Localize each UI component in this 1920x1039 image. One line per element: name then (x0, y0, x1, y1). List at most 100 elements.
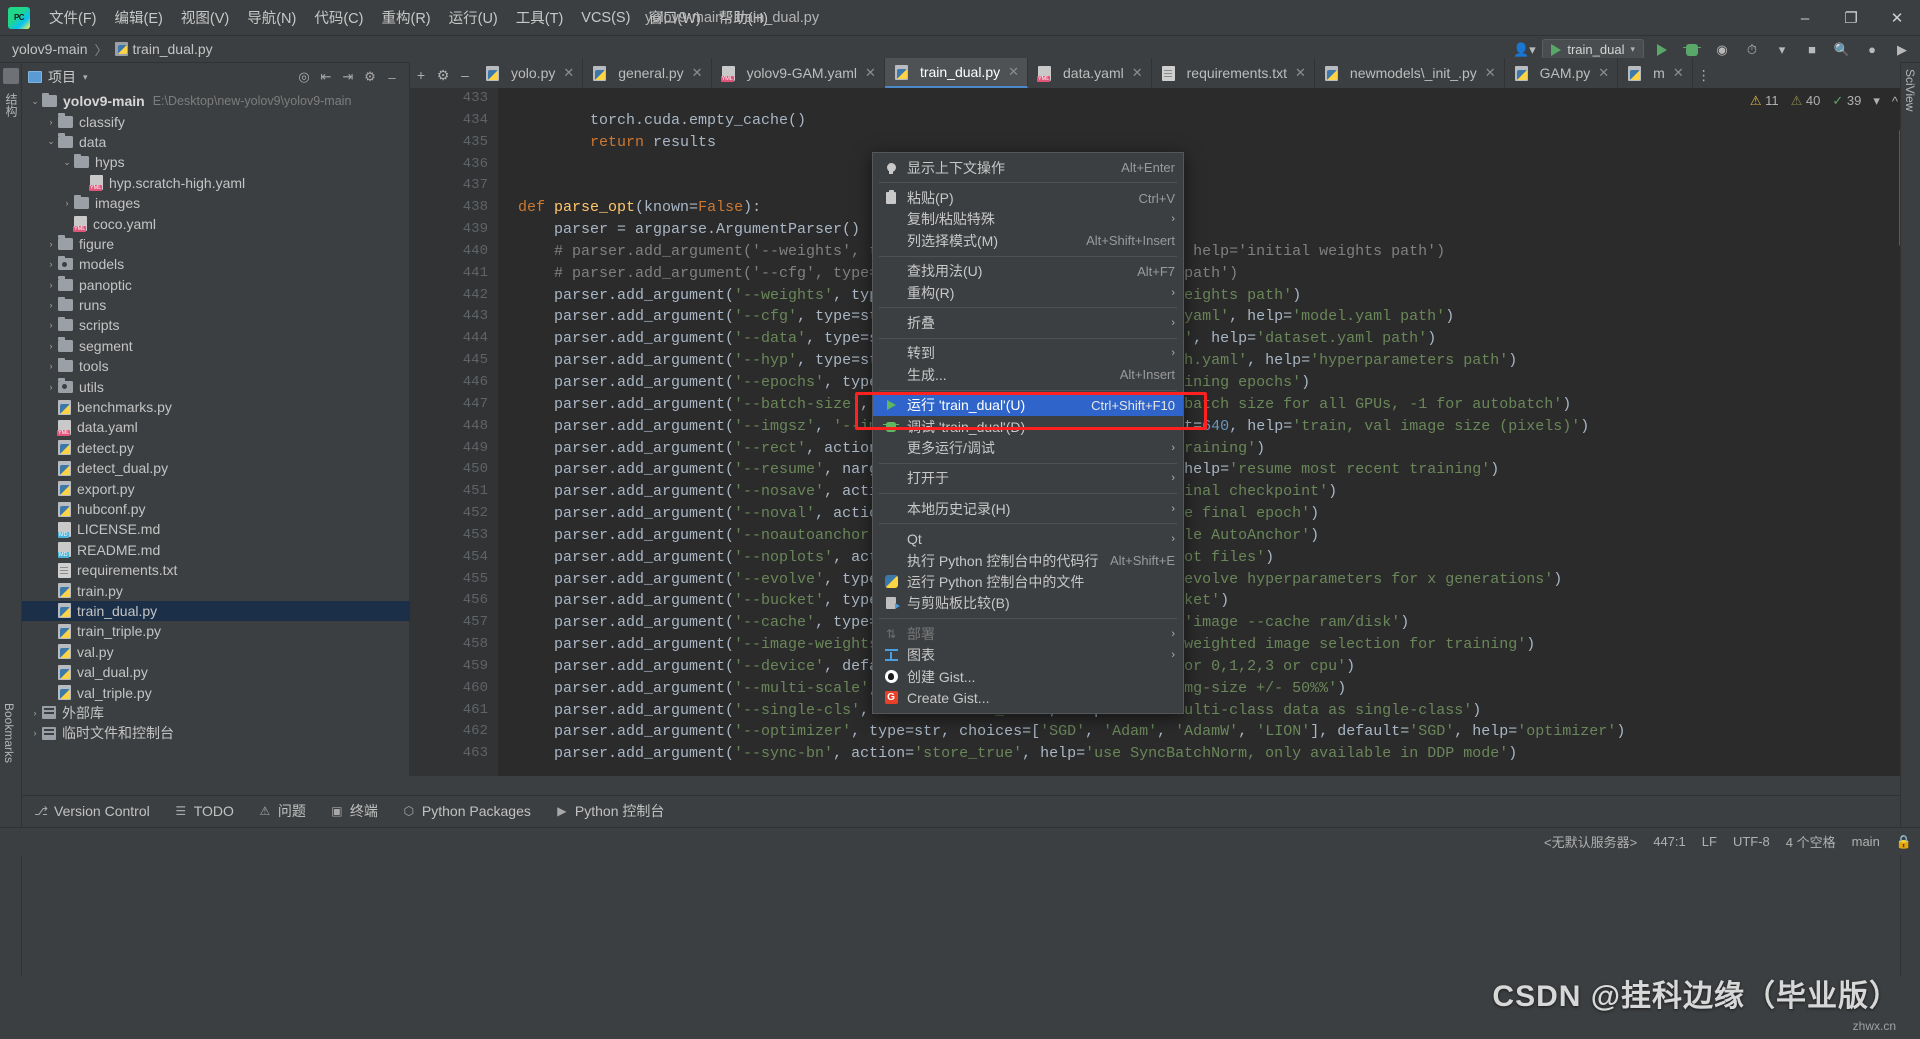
menu-item-file[interactable]: 文件(F) (40, 3, 106, 32)
tool-window-python[interactable]: ▶ Python 控制台 (543, 796, 676, 826)
editor-tab-yolov9-gam.yaml[interactable]: yolov9-GAM.yaml ✕ (712, 58, 885, 88)
tree-item-hyp.scratch-high.yaml[interactable]: ›hyp.scratch-high.yaml (22, 173, 410, 193)
status-position[interactable]: 447:1 (1653, 834, 1686, 849)
tree-item-yolov9-main[interactable]: ⌄ yolov9-main E:\Desktop\new-yolov9\yolov9… (22, 91, 410, 111)
editor-tab-yolo.py[interactable]: yolo.py ✕ (476, 58, 584, 88)
tree-item-val.py[interactable]: ›val.py (22, 642, 410, 662)
close-tab-icon[interactable]: ✕ (865, 65, 876, 81)
context-menu-item-b[interactable]: 与剪贴板比较(B) (873, 593, 1183, 614)
tool-window-[interactable]: ▣ 终端 (318, 796, 390, 826)
code-line[interactable]: parser.add_argument('--noval', action='s… (498, 503, 1898, 525)
tree-item-readme.md[interactable]: ›README.md (22, 540, 410, 560)
code-line[interactable]: parser.add_argument('--rect', action='st… (498, 438, 1898, 460)
context-menu-item-[interactable]: 生成... Alt+Insert (873, 364, 1183, 385)
close-tab-icon[interactable]: ✕ (1008, 64, 1019, 80)
chevron-right-icon[interactable]: › (60, 198, 74, 208)
tool-window-todo[interactable]: ☰ TODO (162, 796, 246, 826)
code-line[interactable]: parser.add_argument('--multi-scale', act… (498, 678, 1898, 700)
code-line[interactable]: parser.add_argument('--batch-size', type… (498, 394, 1898, 416)
project-tool-icon[interactable] (2, 68, 19, 84)
context-menu-item-[interactable]: 转到 › (873, 343, 1183, 364)
context-menu-item-r[interactable]: 重构(R) › (873, 282, 1183, 303)
run-configuration-selector[interactable]: train_dual ▾ (1542, 39, 1644, 60)
add-tab-icon[interactable]: + (410, 62, 432, 88)
chevron-down-icon[interactable]: ⌄ (60, 157, 74, 168)
close-tab-icon[interactable]: ✕ (1295, 65, 1306, 81)
project-file-tree[interactable]: ⌄ yolov9-main E:\Desktop\new-yolov9\yolov9… (22, 91, 410, 776)
code-line[interactable]: parser.add_argument('--resume', nargs='?… (498, 459, 1898, 481)
close-tab-icon[interactable]: ✕ (1598, 65, 1609, 81)
tree-item-classify[interactable]: › classify (22, 111, 410, 131)
chevron-right-icon[interactable]: › (44, 259, 58, 269)
inspection-widget[interactable]: ⚠ 11 ⚠ 40 ✓ 39 ▾ ^ (1750, 88, 1898, 114)
close-tab-icon[interactable]: ✕ (1132, 65, 1143, 81)
chevron-right-icon[interactable]: › (44, 117, 58, 127)
tree-item-segment[interactable]: › segment (22, 336, 410, 356)
tree-item-train_dual.py[interactable]: ›train_dual.py (22, 600, 410, 622)
context-menu-item-qt[interactable]: Qt › (873, 528, 1183, 549)
editor-tab-data.yaml[interactable]: data.yaml ✕ (1028, 58, 1152, 88)
context-menu-item-train_dualu[interactable]: 运行 'train_dual'(U) Ctrl+Shift+F10 (873, 394, 1183, 416)
code-line[interactable]: parser = argparse.ArgumentParser() (498, 219, 1898, 241)
chevron-right-icon[interactable]: › (44, 382, 58, 392)
editor-tab-general.py[interactable]: general.py ✕ (583, 58, 712, 88)
tree-item-detect.py[interactable]: ›detect.py (22, 438, 410, 458)
code-line[interactable] (498, 88, 1898, 110)
code-line[interactable] (498, 175, 1898, 197)
menu-item-navigate[interactable]: 导航(N) (238, 3, 305, 32)
chevron-down-icon[interactable]: ⌄ (28, 96, 42, 107)
code-line[interactable]: parser.add_argument('--device', default=… (498, 656, 1898, 678)
menu-item-edit[interactable]: 编辑(E) (106, 3, 172, 32)
context-menu-item-[interactable]: 复制/粘贴特殊 › (873, 209, 1183, 230)
close-tab-icon[interactable]: ✕ (692, 65, 703, 81)
status-line-separator[interactable]: LF (1702, 834, 1717, 849)
editor-tab-train_dual.py[interactable]: train_dual.py ✕ (884, 58, 1029, 88)
code-line[interactable]: def parse_opt(known=False): (498, 197, 1898, 219)
chevron-right-icon[interactable]: › (28, 708, 42, 718)
close-tab-icon[interactable]: ✕ (1673, 65, 1684, 81)
tree-item-[interactable]: › 外部库 (22, 703, 410, 723)
editor-tab-m[interactable]: m ✕ (1618, 58, 1693, 88)
status-branch[interactable]: main (1852, 834, 1880, 849)
context-menu-item-h[interactable]: 本地历史记录(H) › (873, 498, 1183, 519)
breadcrumb-project[interactable]: yolov9-main (12, 41, 87, 57)
tree-item-data.yaml[interactable]: ›data.yaml (22, 417, 410, 437)
tree-item-coco.yaml[interactable]: ›coco.yaml (22, 213, 410, 233)
tree-item-[interactable]: › 临时文件和控制台 (22, 723, 410, 743)
code-line[interactable]: # parser.add_argument('--cfg', type=str,… (498, 263, 1898, 285)
code-line[interactable]: parser.add_argument('--data', type=str, … (498, 328, 1898, 350)
context-menu-item-creategist[interactable]: G Create Gist... (873, 687, 1183, 708)
menu-item-view[interactable]: 视图(V) (172, 3, 238, 32)
code-line[interactable]: parser.add_argument('--hyp', type=str, d… (498, 350, 1898, 372)
status-server[interactable]: <无默认服务器> (1544, 832, 1637, 851)
minimize-button[interactable]: – (1782, 0, 1828, 36)
tree-item-benchmarks.py[interactable]: ›benchmarks.py (22, 397, 410, 417)
tree-item-detect_dual.py[interactable]: ›detect_dual.py (22, 458, 410, 478)
tree-item-runs[interactable]: › runs (22, 295, 410, 315)
editor-tab-gam.py[interactable]: GAM.py ✕ (1505, 58, 1619, 88)
code-line[interactable]: parser.add_argument('--imgsz', '--img', … (498, 416, 1898, 438)
code-line[interactable]: parser.add_argument('--sync-bn', action=… (498, 743, 1898, 765)
chevron-right-icon[interactable]: › (44, 320, 58, 330)
code-content[interactable]: torch.cuda.empty_cache() return results d… (498, 88, 1898, 776)
inspection-close-icon[interactable]: ^ (1892, 94, 1898, 109)
tree-item-requirements.txt[interactable]: ›requirements.txt (22, 560, 410, 580)
code-line[interactable]: parser.add_argument('--cfg', type=str, d… (498, 306, 1898, 328)
chevron-right-icon[interactable]: › (44, 361, 58, 371)
menu-item-run[interactable]: 运行(U) (440, 3, 507, 32)
tree-item-utils[interactable]: › utils (22, 376, 410, 396)
tree-item-val_dual.py[interactable]: ›val_dual.py (22, 662, 410, 682)
code-line[interactable] (498, 154, 1898, 176)
tree-item-license.md[interactable]: ›LICENSE.md (22, 519, 410, 539)
close-button[interactable]: ✕ (1874, 0, 1920, 36)
code-line[interactable]: parser.add_argument('--bucket', type=str… (498, 590, 1898, 612)
tool-window-[interactable]: ⚠ 问题 (246, 796, 318, 826)
code-line[interactable]: parser.add_argument('--single-cls', acti… (498, 700, 1898, 722)
context-menu-item-gist[interactable]: 创建 Gist... (873, 666, 1183, 687)
code-line[interactable]: parser.add_argument('--evolve', type=int… (498, 569, 1898, 591)
code-line[interactable]: parser.add_argument('--noplots', action=… (498, 547, 1898, 569)
chevron-right-icon[interactable]: › (44, 300, 58, 310)
tree-item-images[interactable]: › images (22, 193, 410, 213)
left-strip-label-bookmarks[interactable]: Bookmarks (2, 703, 16, 763)
context-menu-item-[interactable]: 更多运行/调试 › (873, 437, 1183, 458)
